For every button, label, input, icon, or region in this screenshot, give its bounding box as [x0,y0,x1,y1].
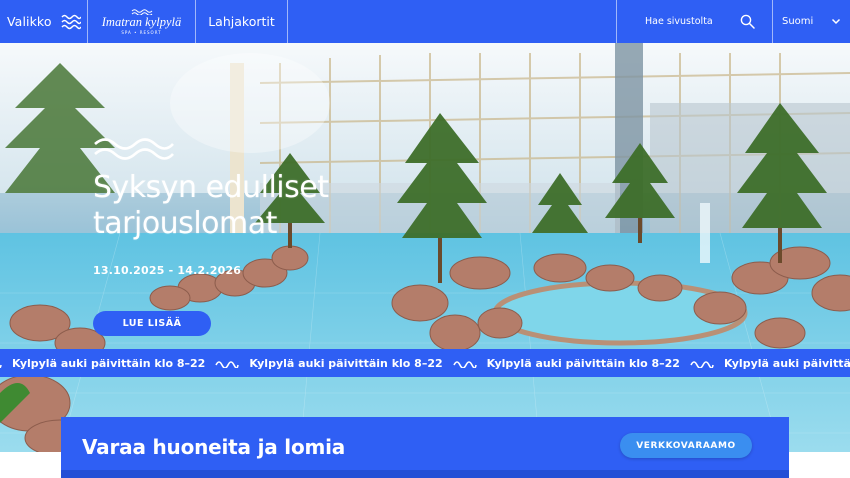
wave-icon [0,364,2,368]
menu-button[interactable]: Valikko [0,0,87,43]
hero-dates: 13.10.2025 - 14.2.2026 [93,264,242,277]
hero-title: Syksyn edulliset tarjouslomat [93,170,329,241]
nav-gift-cards[interactable]: Lahjakortit [196,0,287,43]
logo-wave-icon [131,9,152,15]
read-more-button[interactable]: LUE LISÄÄ [93,311,211,336]
wave-menu-icon [61,14,81,29]
booking-title: Varaa huoneita ja lomia [82,435,346,459]
wave-icon [452,361,477,368]
wave-icon [215,361,240,368]
online-booking-button[interactable]: VERKKOVARAAMO [620,433,752,458]
header-divider [287,0,288,43]
hero-banner: Syksyn edulliset tarjouslomat 13.10.2025… [0,43,850,452]
language-label: Suomi [782,16,814,27]
ticker-text: Kylpylä auki päivittäin klo 8–22 [723,356,850,370]
search-label: Hae sivustolta [645,16,713,27]
site-header: Valikko Imatran kylpylä SPA • RESORT Lah… [0,0,850,43]
ticker-item: Kylpylä auki päivittäin klo 8–22 [215,356,443,370]
hero-background-image [0,43,850,452]
ticker-text: Kylpylä auki päivittäin klo 8–22 [12,356,206,370]
announcement-ticker: Kylpylä auki päivittäin klo 8–22 Kylpylä … [0,349,850,377]
menu-label: Valikko [7,14,52,29]
logo-subtitle: SPA • RESORT [121,30,162,35]
ticker-item: Kylpylä auki päivittäin klo 8–22 [0,357,205,370]
site-logo[interactable]: Imatran kylpylä SPA • RESORT [88,0,195,43]
wave-icon [690,361,714,368]
search-icon [740,14,755,29]
ticker-text: Kylpylä auki päivittäin klo 8–22 [486,356,680,370]
search-button[interactable]: Hae sivustolta [617,0,772,43]
wave-icon [94,138,174,160]
booking-panel-divider [61,470,789,478]
language-selector[interactable]: Suomi [773,0,850,43]
logo-text: Imatran kylpylä [101,15,182,29]
ticker-item: Kylpylä auki päivittäin klo 8–22 [452,356,680,370]
booking-panel: Varaa huoneita ja lomia VERKKOVARAAMO [61,417,789,478]
ticker-text: Kylpylä auki päivittäin klo 8–22 [249,356,443,370]
ticker-item: Kylpylä auki päivittäin klo 8–22 [690,357,850,370]
chevron-down-icon [832,18,841,25]
